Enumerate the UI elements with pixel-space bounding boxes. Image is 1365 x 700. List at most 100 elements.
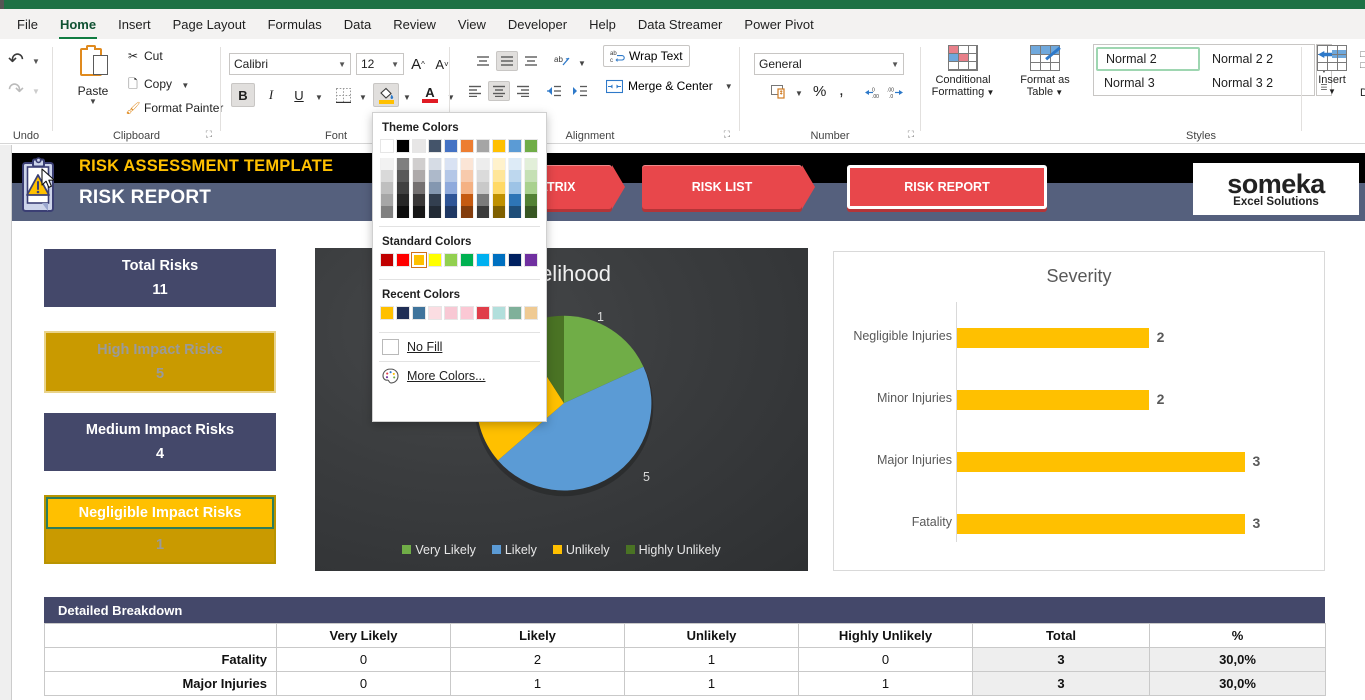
bold-button[interactable]: B <box>231 83 255 107</box>
ribbon-tab-page-layout[interactable]: Page Layout <box>162 14 257 35</box>
theme-color-variant-6-0[interactable] <box>476 158 490 170</box>
align-bottom-button[interactable] <box>520 51 542 71</box>
theme-color-swatch-8[interactable] <box>508 139 522 153</box>
number-format-select[interactable]: General▼ <box>754 53 904 75</box>
theme-color-variant-6-4[interactable] <box>476 206 490 218</box>
ribbon-tab-power-pivot[interactable]: Power Pivot <box>733 14 824 35</box>
theme-color-variant-5-1[interactable] <box>460 170 474 182</box>
theme-color-variant-5-2[interactable] <box>460 182 474 194</box>
align-top-button[interactable] <box>472 51 494 71</box>
ribbon-tab-insert[interactable]: Insert <box>107 14 162 35</box>
theme-color-column-4[interactable] <box>444 158 458 218</box>
theme-color-column-6[interactable] <box>476 158 490 218</box>
theme-color-variant-3-1[interactable] <box>428 170 442 182</box>
theme-color-swatch-2[interactable] <box>412 139 426 153</box>
theme-color-variant-8-1[interactable] <box>508 170 522 182</box>
redo-dropdown-icon[interactable]: ▼ <box>32 87 40 96</box>
accounting-format-button[interactable] <box>767 81 791 103</box>
standard-color-swatch-0[interactable] <box>380 253 394 267</box>
theme-color-variant-9-0[interactable] <box>524 158 538 170</box>
standard-color-swatch-1[interactable] <box>396 253 410 267</box>
theme-color-variant-6-3[interactable] <box>476 194 490 206</box>
theme-color-variant-4-3[interactable] <box>444 194 458 206</box>
theme-color-column-8[interactable] <box>508 158 522 218</box>
theme-color-variant-2-4[interactable] <box>412 206 426 218</box>
theme-color-variant-6-1[interactable] <box>476 170 490 182</box>
theme-color-swatch-4[interactable] <box>444 139 458 153</box>
theme-color-variant-9-3[interactable] <box>524 194 538 206</box>
paste-button[interactable]: Paste ▼ <box>67 45 119 106</box>
copy-dropdown-icon[interactable]: ▼ <box>181 81 189 90</box>
theme-color-column-9[interactable] <box>524 158 538 218</box>
theme-color-column-5[interactable] <box>460 158 474 218</box>
increase-decimal-button[interactable]: 0 .00 <box>859 81 883 103</box>
theme-color-swatch-0[interactable] <box>380 139 394 153</box>
cell-style-normal-2[interactable]: Normal 2 <box>1096 47 1200 71</box>
theme-color-variant-7-1[interactable] <box>492 170 506 182</box>
theme-color-variant-3-2[interactable] <box>428 182 442 194</box>
ribbon-tab-view[interactable]: View <box>447 14 497 35</box>
copy-button[interactable]: 🗋Copy ▼ <box>125 75 189 96</box>
orientation-button[interactable]: ab <box>550 51 574 71</box>
theme-color-variant-2-0[interactable] <box>412 158 426 170</box>
undo-dropdown-icon[interactable]: ▼ <box>32 57 40 66</box>
number-dialog-launcher[interactable]: ⛶ <box>908 129 914 140</box>
percent-style-button[interactable]: % <box>813 83 826 100</box>
theme-color-variant-3-0[interactable] <box>428 158 442 170</box>
theme-color-variant-8-2[interactable] <box>508 182 522 194</box>
wrap-text-button[interactable]: ab c Wrap Text <box>603 45 690 67</box>
recent-color-swatch-8[interactable] <box>508 306 522 320</box>
theme-color-variant-5-0[interactable] <box>460 158 474 170</box>
theme-color-variant-8-3[interactable] <box>508 194 522 206</box>
borders-button[interactable] <box>331 83 355 107</box>
recent-color-swatch-9[interactable] <box>524 306 538 320</box>
standard-color-swatch-4[interactable] <box>444 253 458 267</box>
standard-color-swatch-5[interactable] <box>460 253 474 267</box>
theme-color-variant-0-1[interactable] <box>380 170 394 182</box>
orientation-dropdown-icon[interactable]: ▼ <box>578 59 586 68</box>
cell-style-normal-3[interactable]: Normal 3 <box>1096 71 1200 95</box>
format-as-table-button[interactable]: Format as Table ▼ <box>1009 45 1081 99</box>
align-right-button[interactable] <box>512 81 534 101</box>
theme-color-column-1[interactable] <box>396 158 410 218</box>
theme-color-variant-4-1[interactable] <box>444 170 458 182</box>
theme-color-variant-5-3[interactable] <box>460 194 474 206</box>
theme-color-variant-7-0[interactable] <box>492 158 506 170</box>
increase-font-size-button[interactable]: A^ <box>407 53 429 75</box>
borders-dropdown-icon[interactable]: ▼ <box>359 93 367 102</box>
theme-color-variant-6-2[interactable] <box>476 182 490 194</box>
recent-colors-row[interactable] <box>373 306 546 320</box>
theme-color-swatch-3[interactable] <box>428 139 442 153</box>
theme-color-swatch-7[interactable] <box>492 139 506 153</box>
theme-color-variant-0-3[interactable] <box>380 194 394 206</box>
cell-style-normal-3-2[interactable]: Normal 3 2 <box>1204 71 1308 95</box>
font-color-button[interactable]: A <box>417 83 443 107</box>
theme-color-variant-4-0[interactable] <box>444 158 458 170</box>
cut-button[interactable]: ✂Cut <box>125 49 163 63</box>
standard-color-swatch-8[interactable] <box>508 253 522 267</box>
standard-color-swatch-9[interactable] <box>524 253 538 267</box>
theme-color-swatch-9[interactable] <box>524 139 538 153</box>
ribbon-tab-data[interactable]: Data <box>333 14 382 35</box>
standard-color-swatch-3[interactable] <box>428 253 442 267</box>
theme-color-swatch-6[interactable] <box>476 139 490 153</box>
font-size-select[interactable]: 12▼ <box>356 53 404 75</box>
merge-dropdown-icon[interactable]: ▼ <box>725 82 733 91</box>
ribbon-tab-file[interactable]: File <box>6 14 49 35</box>
recent-color-swatch-6[interactable] <box>476 306 490 320</box>
theme-color-variant-9-2[interactable] <box>524 182 538 194</box>
theme-color-variant-1-2[interactable] <box>396 182 410 194</box>
decrease-decimal-button[interactable]: .00 .0 <box>884 81 908 103</box>
recent-color-swatch-1[interactable] <box>396 306 410 320</box>
standard-color-swatch-2[interactable] <box>412 253 426 267</box>
redo-icon[interactable]: ↷ <box>8 79 24 102</box>
recent-color-swatch-4[interactable] <box>444 306 458 320</box>
theme-color-column-7[interactable] <box>492 158 506 218</box>
alignment-dialog-launcher[interactable]: ⛶ <box>724 129 730 140</box>
theme-color-column-2[interactable] <box>412 158 426 218</box>
delete-cells-button[interactable]: □□ D <box>1360 49 1365 99</box>
nav-button-risk-report[interactable]: RISK REPORT <box>847 165 1047 209</box>
theme-color-variant-8-4[interactable] <box>508 206 522 218</box>
ribbon-tab-review[interactable]: Review <box>382 14 447 35</box>
font-family-select[interactable]: Calibri▼ <box>229 53 351 75</box>
